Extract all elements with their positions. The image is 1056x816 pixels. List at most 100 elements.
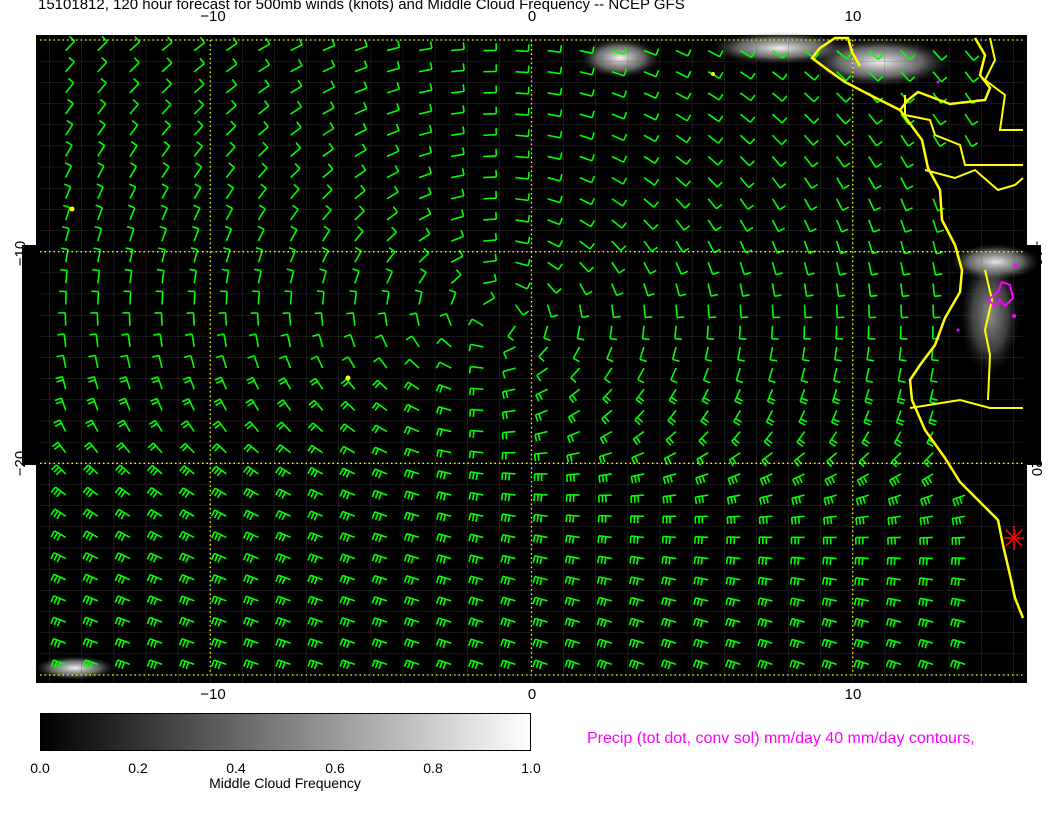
- barb-flag: [919, 518, 923, 526]
- barb-flag: [505, 411, 508, 419]
- barb-shaft: [289, 291, 293, 305]
- colorbar-tick: 0.8: [423, 760, 443, 776]
- barb-flag: [698, 496, 701, 504]
- barb-flag: [501, 412, 505, 420]
- barb-flag: [533, 494, 536, 502]
- barb-flag: [950, 577, 954, 586]
- barb-flag: [838, 294, 846, 298]
- barb-shaft: [483, 155, 497, 158]
- barb-shaft: [899, 325, 902, 339]
- barb-shaft: [128, 312, 131, 326]
- barb-flag: [861, 558, 864, 566]
- barb-flag: [694, 496, 698, 505]
- barb-shaft: [483, 218, 497, 221]
- barb-flag: [537, 453, 540, 461]
- barb-flag: [630, 496, 633, 504]
- barb-shaft: [483, 239, 497, 242]
- barb-flag: [472, 451, 475, 459]
- barb-flag: [156, 268, 165, 272]
- barb-flag: [790, 557, 793, 565]
- barb-flag: [761, 557, 764, 565]
- barb-flag: [536, 514, 539, 523]
- barb-flag: [797, 557, 800, 566]
- barb-flag: [931, 359, 939, 362]
- barb-flag: [664, 557, 668, 565]
- barb-flag: [802, 358, 810, 362]
- barb-flag: [665, 536, 668, 544]
- barb-flag: [637, 495, 640, 503]
- barb-flag: [793, 578, 796, 586]
- barb-shaft: [900, 304, 903, 318]
- barb-flag: [572, 474, 576, 482]
- barb-flag: [501, 432, 504, 440]
- precip-dot: [936, 80, 940, 84]
- barb-shaft: [515, 113, 529, 116]
- precip-legend: Precip (tot dot, conv sol) mm/day 40 mm/…: [587, 730, 975, 747]
- barb-shaft: [470, 408, 484, 412]
- colorbar-tick: 0.4: [226, 760, 246, 776]
- barb-flag: [569, 474, 572, 482]
- barb-flag: [282, 311, 290, 315]
- left-frame-edge: [36, 35, 41, 683]
- barb-flag: [854, 557, 857, 565]
- colorbar-tick: 0.2: [128, 760, 148, 776]
- barb-shaft: [770, 325, 774, 339]
- barb-flag: [889, 578, 893, 586]
- barb-flag: [668, 536, 671, 544]
- colorbar-tick: 1.0: [521, 760, 541, 776]
- barb-flag: [662, 496, 665, 504]
- barb-flag: [527, 107, 530, 116]
- wind-barb-map: [22, 32, 1041, 683]
- barb-flag: [674, 337, 682, 341]
- island-dot: [711, 72, 715, 76]
- barb-flag: [645, 315, 653, 319]
- barb-shaft: [515, 70, 529, 74]
- barb-flag: [854, 577, 857, 585]
- barb-shaft: [160, 312, 163, 326]
- barb-flag: [613, 315, 621, 319]
- barb-flag: [609, 337, 618, 341]
- barb-flag: [926, 517, 930, 525]
- precip-dot: [1014, 263, 1018, 267]
- barb-flag: [632, 536, 636, 544]
- barb-shaft: [96, 312, 99, 326]
- barb-flag: [629, 536, 632, 544]
- barb-flag: [922, 517, 926, 525]
- barb-flag: [918, 577, 921, 585]
- barb-flag: [825, 557, 829, 565]
- barb-flag: [540, 494, 543, 502]
- barb-flag: [472, 430, 475, 438]
- barb-flag: [862, 516, 865, 525]
- barb-flag: [858, 517, 862, 525]
- barb-shaft: [835, 325, 838, 339]
- colorbar-tick: 0.0: [30, 760, 50, 776]
- barb-flag: [806, 294, 814, 298]
- precip-dot: [956, 328, 960, 332]
- barb-flag: [500, 493, 504, 501]
- barb-flag: [284, 290, 292, 293]
- barb-flag: [475, 472, 479, 481]
- barb-flag: [797, 516, 801, 524]
- barb-flag: [822, 557, 825, 565]
- barb-shaft: [470, 387, 484, 391]
- barb-shaft: [868, 304, 871, 318]
- barb-flag: [501, 472, 504, 480]
- barb-flag: [829, 557, 832, 566]
- barb-flag: [527, 214, 531, 223]
- barb-flag: [349, 290, 357, 293]
- barb-flag: [462, 84, 465, 92]
- barb-flag: [642, 337, 650, 341]
- barb-flag: [669, 495, 672, 503]
- barb-shaft: [224, 312, 228, 326]
- barb-flag: [559, 87, 563, 96]
- barb-flag: [605, 474, 608, 482]
- barb-flag: [925, 578, 928, 586]
- barb-flag: [957, 578, 961, 586]
- barb-flag: [507, 494, 511, 502]
- barb-flag: [468, 366, 472, 374]
- barb-flag: [559, 66, 563, 74]
- barb-shaft: [707, 304, 710, 318]
- barb-flag: [790, 517, 794, 525]
- barb-flag: [764, 557, 768, 565]
- barb-flag: [822, 517, 826, 525]
